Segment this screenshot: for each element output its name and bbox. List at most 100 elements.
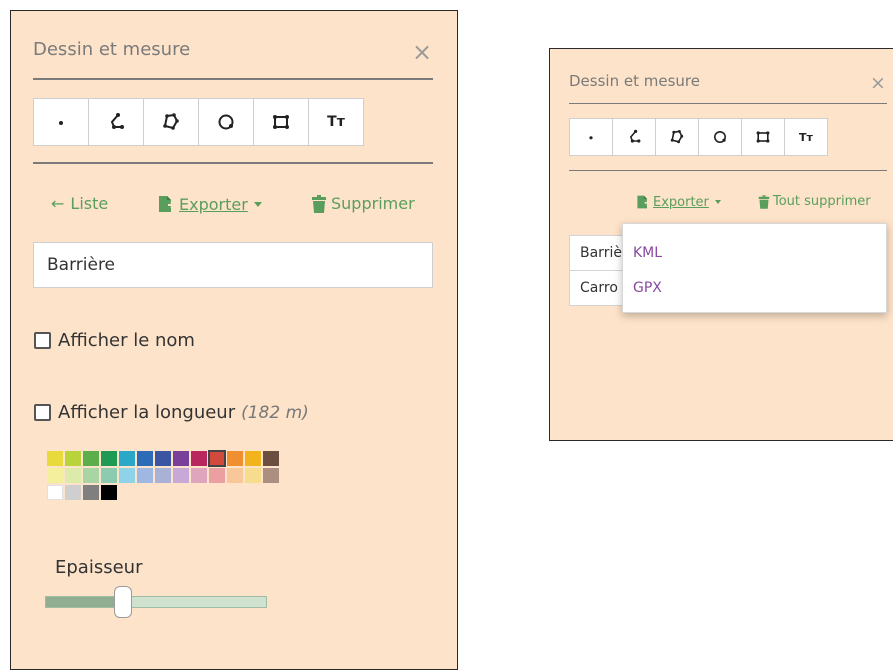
point-icon (589, 136, 593, 140)
palette-row (47, 468, 281, 485)
list-item-label: Carro (580, 280, 618, 296)
tool-line[interactable] (89, 99, 144, 145)
export-label: Exporter (179, 194, 248, 214)
caret-down-icon (253, 201, 262, 207)
color-swatch[interactable] (83, 468, 99, 483)
tool-polygon[interactable] (656, 119, 699, 155)
show-length-checkbox[interactable] (34, 404, 51, 421)
list-label: Liste (70, 194, 109, 213)
divider (569, 170, 887, 171)
point-icon (59, 121, 63, 125)
color-swatch[interactable] (101, 485, 117, 500)
color-swatch[interactable] (65, 485, 81, 500)
list-item-label: Barriè (580, 245, 622, 261)
tool-polygon[interactable] (144, 99, 199, 145)
color-swatch[interactable] (263, 468, 279, 483)
delete-label: Supprimer (331, 194, 415, 213)
thickness-slider[interactable] (45, 586, 267, 618)
tool-point[interactable] (34, 99, 89, 145)
feature-name-input[interactable]: Barrière (33, 242, 433, 288)
divider (33, 162, 433, 164)
tool-rectangle[interactable] (742, 119, 785, 155)
list-button[interactable]: ← Liste (51, 194, 108, 213)
color-swatch[interactable] (155, 451, 171, 466)
tool-rectangle[interactable] (254, 99, 309, 145)
palette-row (47, 485, 281, 502)
show-length-option[interactable]: Afficher la longueur (182 m) (34, 402, 309, 423)
list-item[interactable]: Barriè (569, 235, 629, 271)
draw-toolbar: Tт (33, 98, 364, 146)
color-swatch[interactable] (191, 468, 207, 483)
color-swatch[interactable] (65, 451, 81, 466)
tool-circle[interactable] (699, 119, 742, 155)
tool-text[interactable]: Tт (309, 99, 363, 145)
color-swatch[interactable] (47, 468, 63, 483)
panel-title: Dessin et mesure (33, 39, 191, 60)
color-swatch[interactable] (155, 468, 171, 483)
export-file-icon (637, 195, 651, 209)
export-kml-option[interactable]: KML (633, 245, 662, 261)
divider (33, 78, 433, 80)
draw-toolbar: Tт (569, 118, 828, 156)
tool-line[interactable] (613, 119, 656, 155)
slider-thumb[interactable] (114, 586, 132, 618)
color-swatch[interactable] (47, 485, 63, 500)
color-swatch[interactable] (209, 468, 225, 483)
export-button[interactable]: Exporter (635, 194, 721, 210)
color-swatch[interactable] (227, 468, 243, 483)
color-swatch[interactable] (173, 468, 189, 483)
line-icon (629, 129, 641, 143)
export-button[interactable]: Exporter (156, 194, 262, 214)
caret-down-icon (714, 200, 721, 204)
show-length-label: Afficher la longueur (58, 402, 236, 423)
delete-all-label: Tout supprimer (773, 194, 871, 209)
delete-all-button[interactable]: Tout supprimer (758, 194, 871, 209)
list-item[interactable]: Carro (569, 270, 629, 306)
thickness-label: Epaisseur (55, 557, 143, 578)
color-swatch[interactable] (245, 468, 261, 483)
color-swatch[interactable] (83, 451, 99, 466)
color-swatch[interactable] (137, 468, 153, 483)
export-gpx-option[interactable]: GPX (633, 280, 662, 296)
color-swatch[interactable] (65, 468, 81, 483)
export-file-icon (159, 196, 176, 212)
color-swatch[interactable] (173, 451, 189, 466)
color-palette (47, 450, 281, 502)
color-swatch[interactable] (263, 451, 279, 466)
text-icon: Tт (327, 114, 345, 130)
color-swatch[interactable] (119, 451, 135, 466)
show-name-option[interactable]: Afficher le nom (34, 330, 195, 351)
feature-name-value: Barrière (47, 255, 116, 275)
color-swatch[interactable] (101, 451, 117, 466)
close-icon[interactable]: × (870, 74, 886, 93)
divider (569, 103, 887, 104)
polygon-icon (163, 113, 179, 130)
color-swatch[interactable] (191, 451, 207, 466)
arrow-left-icon: ← (51, 194, 65, 213)
circle-icon (714, 131, 726, 143)
delete-button[interactable]: Supprimer (311, 194, 415, 213)
text-icon: Tт (799, 130, 813, 144)
line-icon (110, 113, 124, 129)
rectangle-icon (756, 131, 770, 143)
slider-fill (46, 597, 123, 607)
rectangle-icon (273, 115, 289, 129)
export-label: Exporter (653, 194, 709, 210)
color-swatch[interactable] (101, 468, 117, 483)
color-swatch[interactable] (83, 485, 99, 500)
color-swatch[interactable] (137, 451, 153, 466)
tool-text[interactable]: Tт (785, 119, 827, 155)
show-name-checkbox[interactable] (34, 332, 51, 349)
palette-row (47, 450, 281, 468)
color-swatch[interactable] (119, 468, 135, 483)
color-swatch[interactable] (208, 450, 226, 467)
tool-circle[interactable] (199, 99, 254, 145)
color-swatch[interactable] (227, 451, 243, 466)
color-swatch[interactable] (47, 451, 63, 466)
close-icon[interactable]: × (412, 40, 432, 64)
show-name-label: Afficher le nom (58, 330, 195, 351)
panel-title: Dessin et mesure (569, 72, 700, 90)
tool-point[interactable] (570, 119, 613, 155)
color-swatch[interactable] (245, 451, 261, 466)
trash-icon (758, 194, 770, 209)
